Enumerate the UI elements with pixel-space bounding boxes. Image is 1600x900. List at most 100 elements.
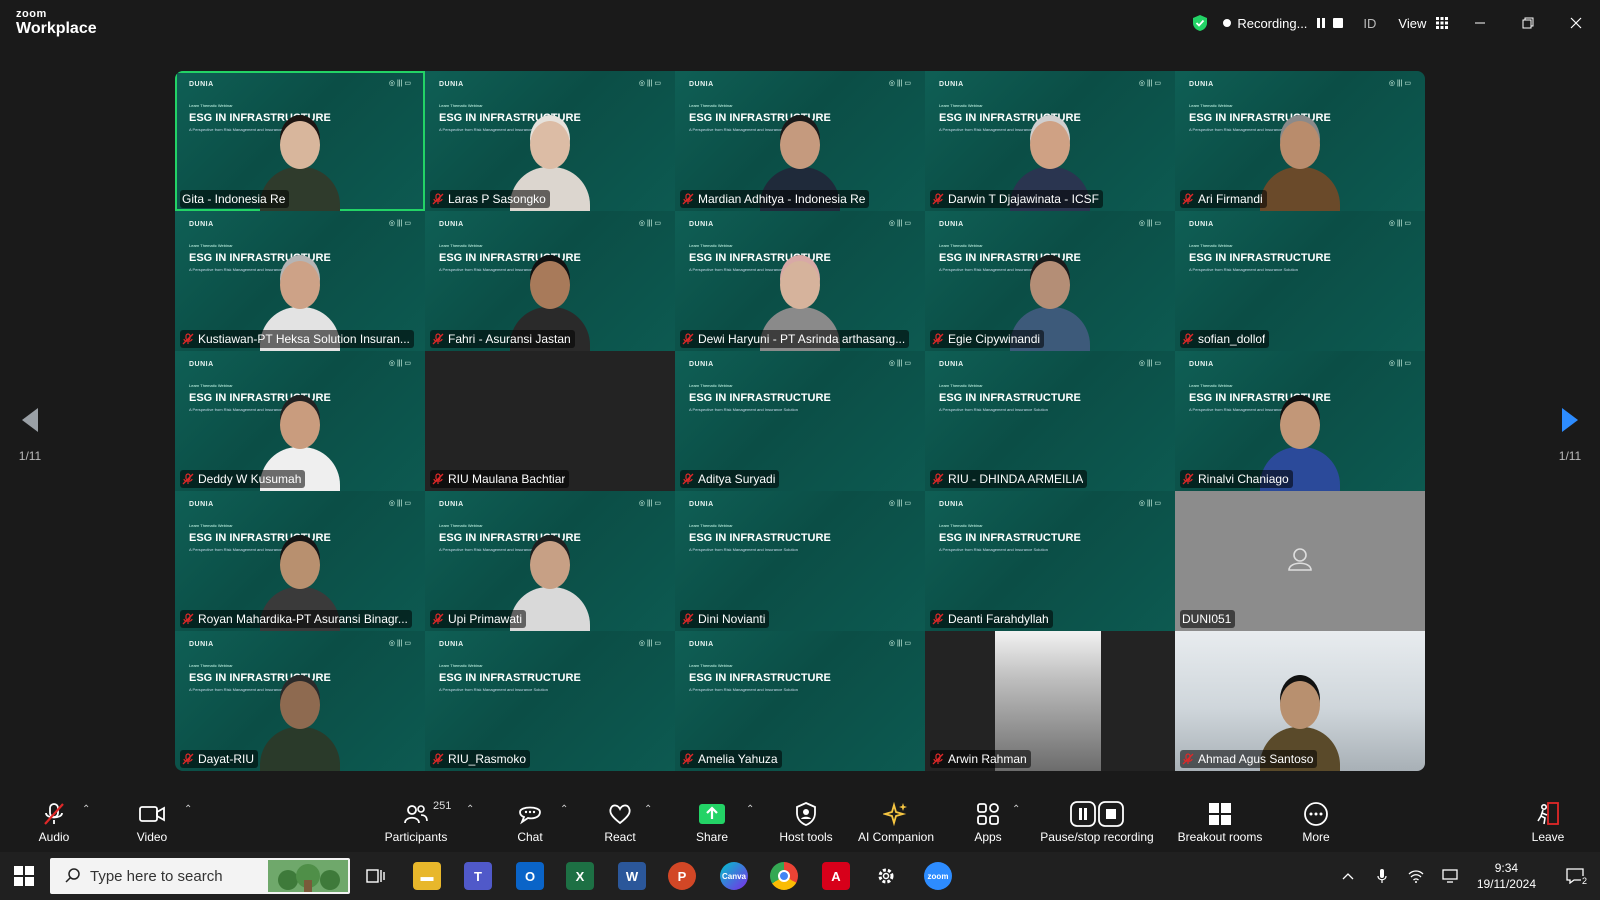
participant-name: Deddy W Kusumah	[198, 472, 302, 486]
breakout-rooms-button[interactable]: Breakout rooms	[1174, 800, 1266, 844]
video-options-chevron-icon[interactable]: ⌃	[184, 804, 192, 815]
react-options-chevron-icon[interactable]: ⌃	[644, 804, 652, 815]
slide-brand-text: DUNIA	[439, 641, 464, 648]
muted-mic-icon	[182, 473, 194, 485]
chat-button[interactable]: Chat	[512, 800, 548, 844]
zoom-app-icon[interactable]: zoom	[924, 862, 952, 890]
video-tile[interactable]: DUNIA ◎ ||| ▭ Learn Thematic Webinar ESG IN…	[675, 211, 925, 351]
slide-brand-text: DUNIA	[939, 81, 964, 88]
muted-mic-icon	[432, 613, 444, 625]
participant-name: sofian_dollof	[1198, 332, 1266, 346]
meeting-id-button[interactable]: ID	[1363, 16, 1376, 31]
react-button[interactable]: React	[600, 800, 640, 844]
windows-start-icon[interactable]	[14, 866, 34, 886]
video-tile[interactable]: DUNIA ◎ ||| ▭ Learn Thematic Webinar ESG IN…	[925, 211, 1175, 351]
close-button[interactable]	[1552, 0, 1600, 46]
restore-button[interactable]	[1504, 0, 1552, 46]
word-icon[interactable]: W	[618, 862, 646, 890]
video-tile[interactable]: DUNIA ◎ ||| ▭ Learn Thematic Webinar ESG IN…	[1175, 71, 1425, 211]
more-button[interactable]: More	[1298, 800, 1334, 844]
host-tools-button[interactable]: Host tools	[776, 800, 836, 844]
restore-icon	[1522, 17, 1534, 29]
powerpoint-icon[interactable]: P	[668, 862, 696, 890]
file-explorer-icon[interactable]: ▬	[413, 862, 441, 890]
microphone-icon[interactable]	[1365, 868, 1399, 884]
view-button[interactable]: View	[1398, 16, 1448, 31]
apps-button[interactable]: Apps	[970, 800, 1006, 844]
video-tile[interactable]: DUNIA ◎ ||| ▭ Learn Thematic Webinar ESG IN…	[675, 351, 925, 491]
slide-title-text: ESG IN INFRASTRUCTURE	[689, 532, 831, 544]
video-tile[interactable]: DUNIA ◎ ||| ▭ Learn Thematic Webinar ESG IN…	[925, 491, 1175, 631]
video-tile[interactable]: RIU Maulana Bachtiar	[425, 351, 675, 491]
video-tile[interactable]: DUNIA ◎ ||| ▭ Learn Thematic Webinar ESG IN…	[925, 351, 1175, 491]
ai-companion-button[interactable]: AI Companion	[854, 800, 938, 844]
participant-name: Arwin Rahman	[948, 752, 1027, 766]
taskbar-clock[interactable]: 9:34 19/11/2024	[1477, 860, 1536, 892]
video-tile[interactable]: DUNIA ◎ ||| ▭ Learn Thematic Webinar ESG IN…	[175, 631, 425, 771]
participants-options-chevron-icon[interactable]: ⌃	[466, 804, 474, 815]
logo-workplace-text: Workplace	[16, 20, 97, 37]
share-button[interactable]: Share	[692, 800, 732, 844]
chrome-icon[interactable]	[770, 862, 798, 890]
video-tile[interactable]: DUNIA ◎ ||| ▭ Learn Thematic Webinar ESG IN…	[675, 491, 925, 631]
video-tile[interactable]: DUNIA ◎ ||| ▭ Learn Thematic Webinar ESG IN…	[1175, 211, 1425, 351]
pause-recording-icon[interactable]	[1315, 17, 1327, 29]
grid-view-icon	[1436, 16, 1448, 29]
minimize-button[interactable]	[1456, 0, 1504, 46]
stop-recording-icon[interactable]	[1332, 17, 1344, 29]
slide-logos-text: ◎ ||| ▭	[1138, 360, 1161, 367]
slide-brand-text: DUNIA	[189, 81, 214, 88]
video-tile[interactable]: DUNIA ◎ ||| ▭ Learn Thematic Webinar ESG IN…	[175, 71, 425, 211]
slide-subtitle-text: A Perspective from Risk Management and I…	[939, 407, 1048, 412]
slide-kicker-text: Learn Thematic Webinar	[189, 523, 233, 528]
display-icon[interactable]	[1433, 869, 1467, 883]
video-tile[interactable]: DUNIA ◎ ||| ▭ Learn Thematic Webinar ESG IN…	[425, 631, 675, 771]
muted-mic-icon	[432, 333, 444, 345]
share-options-chevron-icon[interactable]: ⌃	[746, 804, 754, 815]
host-tools-label: Host tools	[779, 830, 833, 844]
video-tile[interactable]: DUNIA ◎ ||| ▭ Learn Thematic Webinar ESG IN…	[675, 71, 925, 211]
slide-brand-text: DUNIA	[439, 501, 464, 508]
video-tile[interactable]: DUNIA ◎ ||| ▭ Learn Thematic Webinar ESG IN…	[675, 631, 925, 771]
video-button[interactable]: Video	[132, 800, 172, 844]
video-tile[interactable]: Ahmad Agus Santoso	[1175, 631, 1425, 771]
video-tile[interactable]: DUNIA ◎ ||| ▭ Learn Thematic Webinar ESG IN…	[175, 351, 425, 491]
wifi-icon[interactable]	[1399, 869, 1433, 883]
slide-kicker-text: Learn Thematic Webinar	[439, 243, 483, 248]
acrobat-icon[interactable]: A	[822, 862, 850, 890]
outlook-icon[interactable]: O	[516, 862, 544, 890]
video-tile[interactable]: DUNIA ◎ ||| ▭ Learn Thematic Webinar ESG IN…	[1175, 351, 1425, 491]
video-tile[interactable]: DUNIA ◎ ||| ▭ Learn Thematic Webinar ESG IN…	[925, 71, 1175, 211]
chat-options-chevron-icon[interactable]: ⌃	[560, 804, 568, 815]
prev-page-button[interactable]: 1/11	[0, 406, 60, 463]
audio-options-chevron-icon[interactable]: ⌃	[82, 804, 90, 815]
show-hidden-icons-chevron-icon[interactable]	[1331, 872, 1365, 880]
video-tile[interactable]: DUNIA ◎ ||| ▭ Learn Thematic Webinar ESG IN…	[425, 211, 675, 351]
pause-stop-recording-button[interactable]: Pause/stop recording	[1036, 800, 1158, 844]
encryption-shield-icon[interactable]	[1191, 14, 1209, 32]
video-tile[interactable]: DUNIA ◎ ||| ▭ Learn Thematic Webinar ESG IN…	[175, 491, 425, 631]
audio-button[interactable]: Audio	[36, 800, 72, 844]
settings-gear-icon[interactable]	[872, 862, 900, 890]
canva-icon[interactable]: Canva	[720, 862, 748, 890]
participant-name: Ahmad Agus Santoso	[1198, 752, 1314, 766]
taskbar-search-input[interactable]: Type here to search	[50, 858, 350, 894]
video-tile[interactable]: DUNIA ◎ ||| ▭ Learn Thematic Webinar ESG IN…	[425, 491, 675, 631]
participant-name-tag: Upi Primawati	[430, 610, 527, 628]
excel-icon[interactable]: X	[566, 862, 594, 890]
apps-options-chevron-icon[interactable]: ⌃	[1012, 804, 1020, 815]
participant-name: Mardian Adhitya - Indonesia Re	[698, 192, 866, 206]
video-tile[interactable]: DUNIA ◎ ||| ▭ Learn Thematic Webinar ESG IN…	[175, 211, 425, 351]
slide-brand-text: DUNIA	[689, 361, 714, 368]
notification-center-icon[interactable]: 2	[1558, 868, 1592, 886]
slide-brand-text: DUNIA	[189, 221, 214, 228]
next-page-button[interactable]: 1/11	[1540, 406, 1600, 463]
participants-icon	[404, 805, 428, 824]
video-tile[interactable]: Arwin Rahman	[925, 631, 1175, 771]
teams-icon[interactable]: T	[464, 862, 492, 890]
video-tile[interactable]: DUNI051	[1175, 491, 1425, 631]
slide-logos-text: ◎ ||| ▭	[1388, 360, 1411, 367]
leave-button[interactable]: Leave	[1530, 800, 1566, 844]
video-tile[interactable]: DUNIA ◎ ||| ▭ Learn Thematic Webinar ESG IN…	[425, 71, 675, 211]
task-view-icon[interactable]	[362, 862, 390, 890]
